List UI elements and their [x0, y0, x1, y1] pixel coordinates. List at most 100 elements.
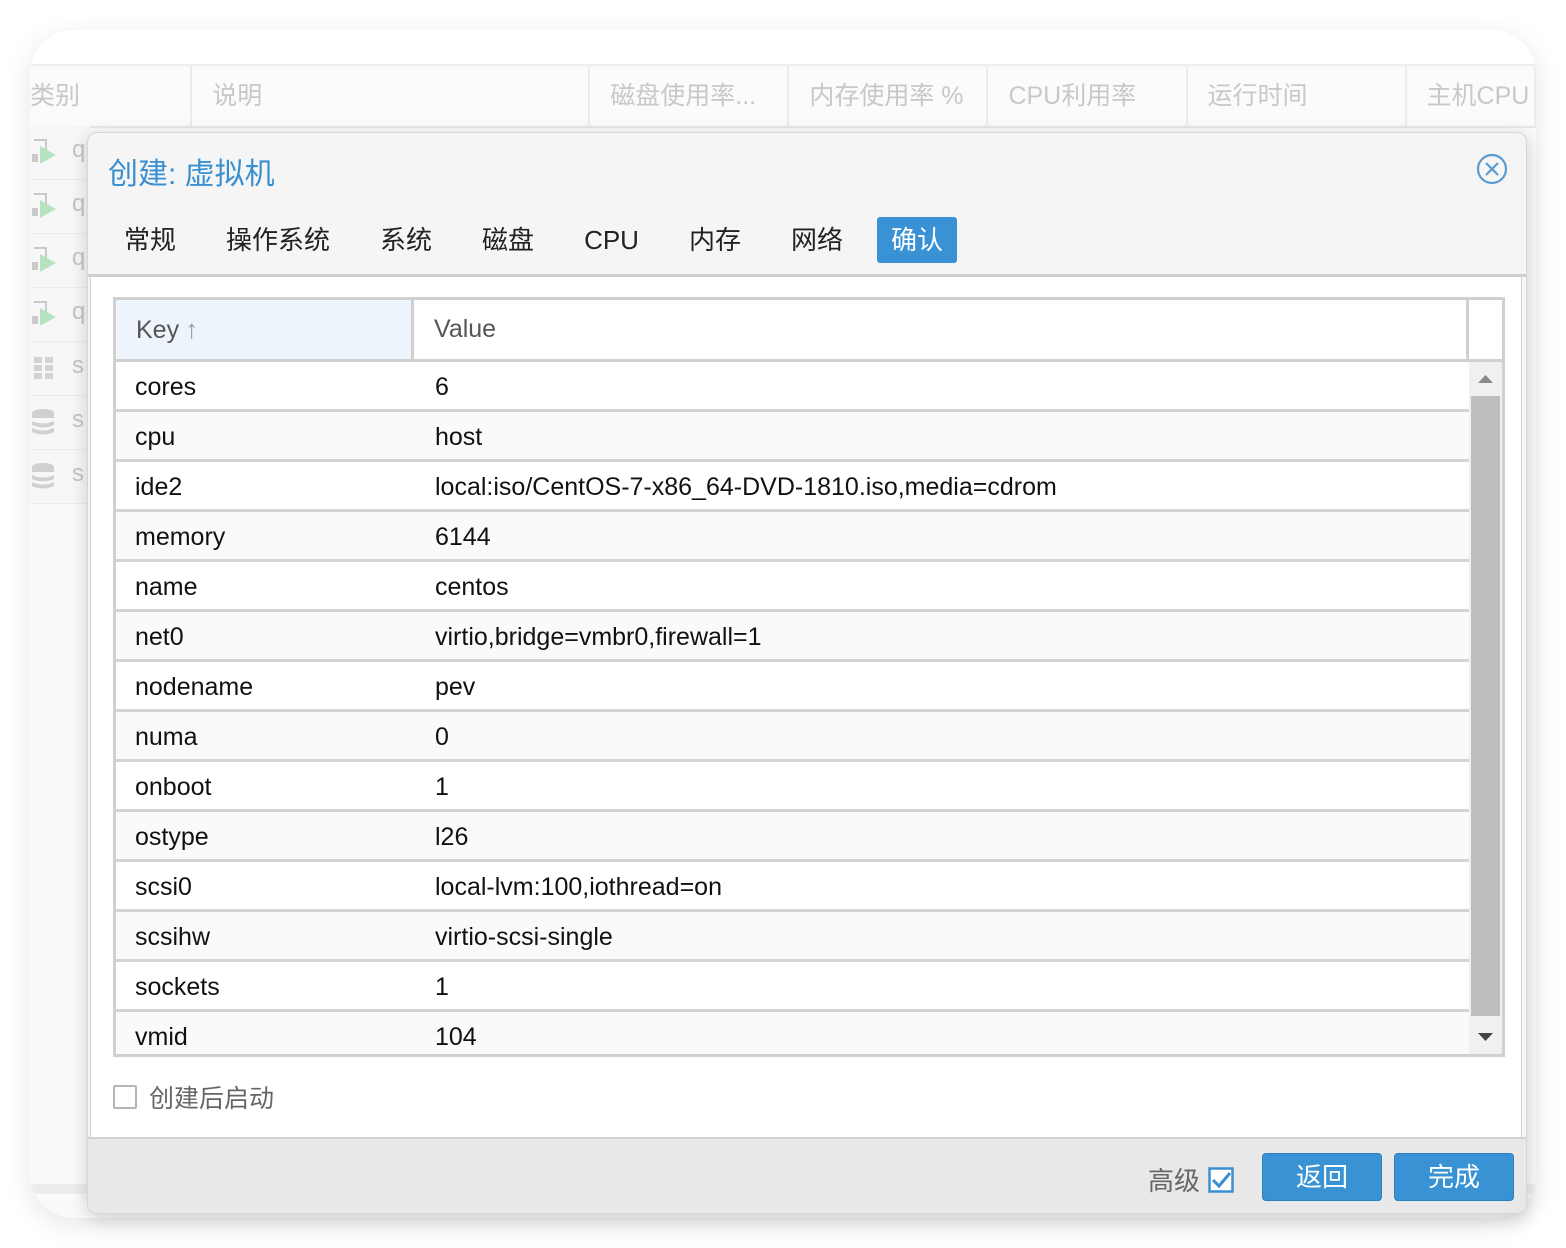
checkbox-checked-icon[interactable] [1208, 1166, 1234, 1193]
triangle-up-icon [1478, 375, 1493, 383]
triangle-down-icon [1478, 1033, 1493, 1041]
row-key: nodename [135, 673, 254, 701]
row-key: memory [135, 523, 226, 551]
table-row[interactable]: net0 virtio,bridge=vmbr0,firewall=1 [116, 612, 1469, 662]
dialog-title: 创建: 虚拟机 [108, 158, 275, 191]
grid-scrollbar[interactable] [1469, 362, 1502, 1054]
scroll-down-button[interactable] [1469, 1020, 1502, 1054]
start-after-create-label: 创建后启动 [149, 1085, 275, 1113]
table-row[interactable]: ide2 local:iso/CentOS-7-x86_64-DVD-1810.i… [116, 462, 1469, 512]
background-toolbar [30, 30, 1536, 64]
bg-column-uptime[interactable]: 运行时间 [1188, 66, 1407, 126]
background-list-item-label: s [72, 406, 84, 433]
table-row[interactable]: nodename pev [116, 662, 1469, 712]
storage-icon [32, 408, 58, 436]
row-key: net0 [135, 623, 184, 651]
background-list-item-label: q [72, 136, 86, 163]
scroll-up-button[interactable] [1469, 362, 1502, 396]
column-header-key[interactable]: Key ↑ [116, 300, 414, 359]
row-key: numa [135, 723, 198, 751]
tab-5[interactable]: 内存 [673, 217, 757, 263]
finish-button[interactable]: 完成 [1394, 1153, 1514, 1201]
background-list-item[interactable]: s [30, 450, 90, 504]
background-list-item-label: s [72, 460, 84, 487]
table-row[interactable]: onboot 1 [116, 762, 1469, 812]
table-row[interactable]: numa 0 [116, 712, 1469, 762]
confirm-panel: Key ↑ Value cores 6 cpu host ide2 local:iso/Ce… [90, 277, 1522, 1137]
advanced-checkbox[interactable]: 高级 [1148, 1161, 1234, 1198]
row-key: cores [135, 373, 197, 401]
close-button[interactable] [1476, 153, 1508, 185]
tab-0[interactable]: 常规 [108, 217, 192, 263]
table-row[interactable]: scsihw virtio-scsi-single [116, 912, 1469, 962]
row-key: vmid [135, 1023, 188, 1051]
tab-7[interactable]: 确认 [877, 217, 958, 263]
grid-header: Key ↑ Value [116, 300, 1502, 362]
background-list: qqqqsss [30, 126, 90, 504]
background-list-item[interactable]: s [30, 342, 90, 396]
row-value: local:iso/CentOS-7-x86_64-DVD-1810.iso,m… [435, 473, 1057, 501]
sort-ascending-icon: ↑ [185, 314, 199, 344]
tab-4[interactable]: CPU [568, 217, 655, 263]
bg-column-disk-usage[interactable]: 磁盘使用率... [590, 66, 790, 126]
table-row[interactable]: scsi0 local-lvm:100,iothread=on [116, 862, 1469, 912]
row-key: ide2 [135, 473, 183, 501]
bg-column-type[interactable]: 类别 [30, 66, 193, 126]
vm-running-icon [32, 246, 58, 274]
background-list-item-label: s [72, 352, 84, 379]
row-value: 104 [435, 1023, 477, 1051]
start-after-create-checkbox[interactable]: 创建后启动 [113, 1077, 274, 1117]
row-value: 1 [435, 973, 449, 1001]
table-row[interactable]: cores 6 [116, 362, 1469, 412]
checkbox-unchecked-icon[interactable] [113, 1085, 137, 1109]
table-row[interactable]: sockets 1 [116, 962, 1469, 1012]
table-row[interactable]: vmid 104 [116, 1012, 1469, 1054]
vm-running-icon [32, 138, 58, 166]
background-grid-header: 类别 说明 磁盘使用率... 内存使用率 % CPU利用率 运行时间 主机CPU [30, 64, 1536, 128]
background-list-item[interactable]: q [30, 180, 90, 234]
row-key: cpu [135, 423, 176, 451]
background-list-item[interactable]: q [30, 234, 90, 288]
row-value: centos [435, 573, 509, 601]
tab-1[interactable]: 操作系统 [210, 217, 346, 263]
row-key: ostype [135, 823, 209, 851]
bg-column-host-cpu[interactable]: 主机CPU [1407, 66, 1536, 126]
background-list-item[interactable]: s [30, 396, 90, 450]
background-list-item-label: q [72, 190, 86, 217]
table-row[interactable]: ostype l26 [116, 812, 1469, 862]
scroll-thumb[interactable] [1471, 396, 1500, 1016]
storage-icon [32, 462, 58, 490]
dialog-footer: 高级 返回 完成 [88, 1137, 1526, 1213]
row-value: host [435, 423, 483, 451]
grid-icon [32, 354, 58, 382]
grid-body: cores 6 cpu host ide2 local:iso/CentOS-7-x86_… [116, 362, 1469, 1054]
close-circle-icon [1476, 153, 1508, 185]
background-list-item[interactable]: q [30, 288, 90, 342]
advanced-label: 高级 [1147, 1166, 1200, 1196]
vm-running-icon [32, 192, 58, 220]
table-row[interactable]: cpu host [116, 412, 1469, 462]
bg-column-memory-usage[interactable]: 内存使用率 % [789, 66, 989, 126]
tab-3[interactable]: 磁盘 [466, 217, 550, 263]
row-value: 1 [435, 773, 449, 801]
row-value: l26 [435, 823, 469, 851]
vm-running-icon [32, 300, 58, 328]
column-header-key-label: Key [136, 316, 180, 344]
header-spacer [1469, 300, 1502, 359]
row-value: virtio-scsi-single [435, 923, 613, 951]
row-key: scsihw [135, 923, 211, 951]
row-value: virtio,bridge=vmbr0,firewall=1 [435, 623, 762, 651]
background-list-item[interactable]: q [30, 126, 90, 180]
tab-6[interactable]: 网络 [775, 217, 859, 263]
back-button[interactable]: 返回 [1262, 1153, 1382, 1201]
row-value: local-lvm:100,iothread=on [435, 873, 722, 901]
table-row[interactable]: memory 6144 [116, 512, 1469, 562]
row-key: name [135, 573, 198, 601]
create-vm-dialog: 创建: 虚拟机 常规 操作系统 系统 磁盘 CPU 内存 网络 确认 Key ↑ Value c… [87, 132, 1527, 1214]
table-row[interactable]: name centos [116, 562, 1469, 612]
row-value: 0 [435, 723, 449, 751]
bg-column-description[interactable]: 说明 [192, 66, 591, 126]
bg-column-cpu-usage[interactable]: CPU利用率 [988, 66, 1188, 126]
tab-2[interactable]: 系统 [364, 217, 448, 263]
column-header-value[interactable]: Value [414, 300, 1469, 359]
